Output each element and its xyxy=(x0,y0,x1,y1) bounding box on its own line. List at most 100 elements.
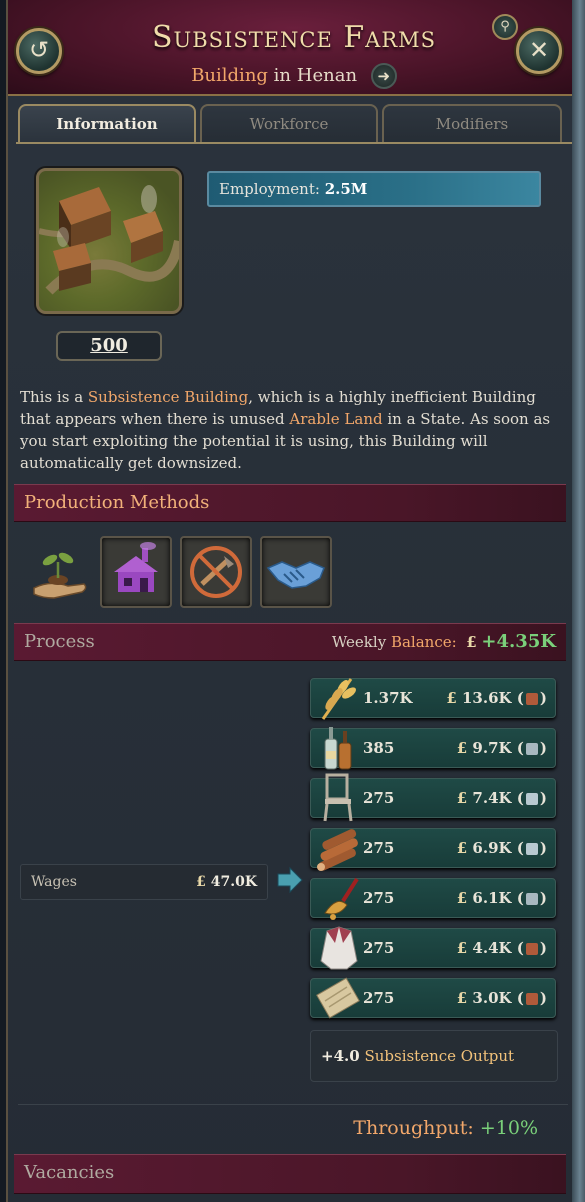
no-tools-icon xyxy=(190,546,242,598)
pm-slot-housing[interactable] xyxy=(100,536,172,608)
pound-icon: £ xyxy=(466,633,477,651)
pound-icon: £ xyxy=(456,739,468,757)
output-good-row[interactable]: 275 £ 6.9K () xyxy=(310,828,556,871)
copper-coin-icon xyxy=(525,943,538,955)
building-image xyxy=(36,168,182,314)
pm-slot-ownership[interactable] xyxy=(260,536,332,608)
subsistence-building-link[interactable]: Subsistence Building xyxy=(88,388,248,406)
process-header: Process Weekly Balance: £ +4.35K xyxy=(14,623,566,661)
good-price: £ 6.9K () xyxy=(456,839,547,857)
output-good-row[interactable]: 275 £ 6.1K () xyxy=(310,877,556,920)
good-price: £ 7.4K () xyxy=(456,789,547,807)
price-value: 4.4K xyxy=(472,939,512,957)
wages-value: £ 47.0K xyxy=(196,865,257,899)
weekly-balance[interactable]: Weekly Balance: £ +4.35K xyxy=(332,624,556,660)
pound-icon: £ xyxy=(456,989,468,1007)
vacancies-header: Vacancies xyxy=(14,1154,566,1194)
subsistence-value: +4.0 xyxy=(321,1047,360,1065)
subsistence-output[interactable]: +4.0 Subsistence Output xyxy=(310,1030,558,1082)
good-quantity: 275 xyxy=(363,789,395,807)
price-value: 6.1K xyxy=(472,889,512,907)
pm-slot-subsistence[interactable] xyxy=(24,536,96,608)
price-value: 7.4K xyxy=(472,789,512,807)
good-price: £ 9.7K () xyxy=(456,739,547,757)
building-panel: ↺ ⚲ ✕ Subsistence Farms Building in Hena… xyxy=(6,0,580,1202)
copper-coin-icon xyxy=(525,993,538,1005)
wages-box[interactable]: Wages £ 47.0K xyxy=(20,864,268,900)
output-good-row[interactable]: 275 £ 7.4K () xyxy=(310,773,556,822)
price-value: 6.9K xyxy=(472,839,512,857)
good-quantity: 385 xyxy=(363,739,395,757)
furniture-icon xyxy=(323,773,353,822)
arrow-right-icon: ➜ xyxy=(377,67,391,85)
production-methods-header: Production Methods xyxy=(14,484,566,522)
good-price: £ 4.4K () xyxy=(456,939,547,957)
weekly-label: Weekly xyxy=(331,633,387,651)
section-title: Vacancies xyxy=(24,1162,115,1183)
subsistence-label: Subsistence Output xyxy=(364,1047,515,1065)
purple-cottage-icon xyxy=(114,542,158,592)
liquor-icon xyxy=(324,727,352,770)
page-title: Subsistence Farms xyxy=(151,20,437,55)
tab-bar: Information Workforce Modifiers xyxy=(18,104,570,142)
good-quantity: 1.37K xyxy=(363,689,413,707)
copper-coin-icon xyxy=(525,693,538,705)
employment-label: Employment: xyxy=(219,180,320,198)
pound-icon: £ xyxy=(456,789,468,807)
output-good-row[interactable]: 385 £ 9.7K () xyxy=(310,727,556,770)
sapling-hand-icon xyxy=(33,552,87,599)
desc-text-1: This is a xyxy=(20,388,88,406)
throughput-value: +10% xyxy=(479,1117,538,1139)
good-price: £ 3.0K () xyxy=(456,989,547,1007)
map-background-edge xyxy=(572,0,585,1202)
handshake-icon xyxy=(266,561,325,589)
grain-icon xyxy=(321,678,356,720)
building-level[interactable]: 500 xyxy=(56,331,162,361)
subtitle-in: in xyxy=(273,65,292,86)
section-title: Production Methods xyxy=(24,492,210,513)
good-quantity: 275 xyxy=(363,889,395,907)
wages-label: Wages xyxy=(31,874,77,890)
output-good-row[interactable]: 1.37K £ 13.6K () xyxy=(310,678,556,720)
tab-information[interactable]: Information xyxy=(18,104,196,142)
panel-header: ↺ ⚲ ✕ Subsistence Farms Building in Hena… xyxy=(8,0,580,96)
price-value: 9.7K xyxy=(472,739,512,757)
silver-coin-icon xyxy=(525,743,538,755)
building-location: Building in Henan ➜ xyxy=(8,63,580,89)
pound-icon: £ xyxy=(456,889,468,907)
good-quantity: 275 xyxy=(363,989,395,1007)
good-quantity: 275 xyxy=(363,839,395,857)
tab-modifiers[interactable]: Modifiers xyxy=(382,104,562,142)
pound-icon: £ xyxy=(456,839,468,857)
price-value: 13.6K xyxy=(461,689,512,707)
balance-label: Balance: xyxy=(390,633,457,651)
output-good-row[interactable]: 275 £ 4.4K () xyxy=(310,926,556,970)
fabric-icon xyxy=(316,977,360,1019)
silver-stack-icon xyxy=(525,793,538,805)
throughput-label: Throughput: xyxy=(353,1117,474,1139)
employment-bar[interactable]: Employment: 2.5M xyxy=(207,171,541,207)
silver-stack-icon xyxy=(525,843,538,855)
wages-amount: 47.0K xyxy=(210,874,257,890)
state-link[interactable]: Henan xyxy=(297,65,357,86)
good-price: £ 13.6K () xyxy=(446,689,547,707)
goto-state-button[interactable]: ➜ xyxy=(370,63,397,89)
tools-icon xyxy=(324,877,359,920)
wood-icon xyxy=(317,829,358,871)
good-quantity: 275 xyxy=(363,939,395,957)
tab-workforce[interactable]: Workforce xyxy=(200,104,378,142)
pound-icon: £ xyxy=(456,939,468,957)
pound-icon: £ xyxy=(446,689,457,707)
section-title: Process xyxy=(24,631,95,652)
flow-arrow-icon xyxy=(277,866,303,894)
throughput[interactable]: Throughput: +10% xyxy=(353,1117,538,1139)
clothes-icon xyxy=(320,926,358,970)
divider xyxy=(18,1104,568,1105)
pound-icon: £ xyxy=(196,874,206,890)
building-type-link[interactable]: Building xyxy=(191,65,268,86)
output-good-row[interactable]: 275 £ 3.0K () xyxy=(310,977,556,1019)
pm-slot-tools[interactable] xyxy=(180,536,252,608)
balance-value: +4.35K xyxy=(481,631,556,652)
price-value: 3.0K xyxy=(472,989,512,1007)
arable-land-link[interactable]: Arable Land xyxy=(289,410,382,428)
